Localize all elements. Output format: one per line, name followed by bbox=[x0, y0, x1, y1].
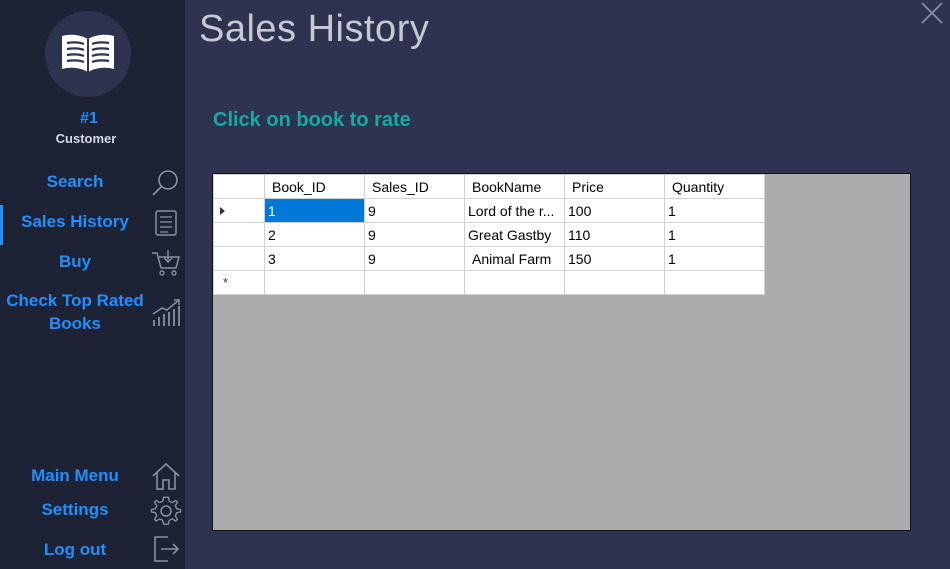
receipt-icon bbox=[155, 210, 177, 236]
header-row: Book_ID Sales_ID BookName Price Quantity bbox=[213, 174, 765, 199]
table-row[interactable]: 3 9 Animal Farm 150 1 bbox=[213, 246, 765, 271]
col-header[interactable]: Book_ID bbox=[264, 174, 365, 199]
table-cell[interactable]: 150 bbox=[564, 246, 665, 271]
nav-top-rated-line1: Check Top Rated bbox=[6, 291, 144, 310]
sales-grid[interactable]: Book_ID Sales_ID BookName Price Quantity… bbox=[212, 173, 911, 531]
logo bbox=[45, 11, 131, 97]
table-cell[interactable]: 110 bbox=[564, 222, 665, 247]
table-cell[interactable]: 100 bbox=[564, 198, 665, 223]
rate-instruction: Click on book to rate bbox=[213, 109, 411, 131]
table-cell-empty[interactable] bbox=[564, 270, 665, 295]
page-title: Sales History bbox=[199, 8, 430, 50]
nav-sales-history-label: Sales History bbox=[21, 212, 129, 231]
nav-buy-label: Buy bbox=[58, 252, 92, 271]
table-cell[interactable]: 1 bbox=[664, 222, 765, 247]
user-role: Customer bbox=[55, 131, 117, 146]
col-header[interactable]: Quantity bbox=[664, 174, 765, 199]
open-book-icon bbox=[62, 34, 114, 72]
table-cell-empty[interactable] bbox=[464, 270, 565, 295]
table-cell-empty[interactable] bbox=[664, 270, 765, 295]
nav-main-menu-label: Main Menu bbox=[31, 466, 119, 485]
table-cell[interactable]: 1 bbox=[664, 246, 765, 271]
table-row[interactable]: 2 9 Great Gastby 110 1 bbox=[213, 222, 765, 247]
table-row[interactable]: 1 9 Lord of the r... 100 1 bbox=[213, 198, 765, 223]
home-icon bbox=[152, 462, 180, 490]
new-row[interactable]: * bbox=[213, 270, 765, 295]
nav-search-label: Search bbox=[46, 172, 104, 191]
table-cell[interactable]: 1 bbox=[264, 198, 365, 223]
row-header[interactable] bbox=[213, 246, 265, 271]
chart-growth-icon bbox=[152, 299, 180, 326]
gear-icon bbox=[150, 496, 182, 525]
table-cell[interactable]: Lord of the r... bbox=[464, 198, 565, 223]
table-cell[interactable]: Great Gastby bbox=[464, 222, 565, 247]
user-rank: #1 bbox=[80, 110, 98, 127]
table-cell[interactable]: 9 bbox=[364, 246, 465, 271]
row-header-corner bbox=[213, 174, 265, 199]
table-cell-empty[interactable] bbox=[264, 270, 365, 295]
row-header-current[interactable] bbox=[213, 198, 265, 223]
table-cell[interactable]: 1 bbox=[664, 198, 765, 223]
logout-icon bbox=[154, 536, 180, 562]
table-cell[interactable]: 9 bbox=[364, 198, 465, 223]
current-row-arrow-icon bbox=[220, 207, 225, 215]
table-cell-empty[interactable] bbox=[364, 270, 465, 295]
new-row-marker: * bbox=[223, 275, 229, 290]
table-cell[interactable]: Animal Farm bbox=[464, 246, 565, 271]
table-cell[interactable]: 9 bbox=[364, 222, 465, 247]
table-cell[interactable]: 3 bbox=[264, 246, 365, 271]
row-header-new[interactable]: * bbox=[213, 270, 265, 295]
nav-top-rated-line2: Books bbox=[49, 314, 101, 333]
cart-icon bbox=[152, 250, 180, 276]
col-header[interactable]: BookName bbox=[464, 174, 565, 199]
col-header[interactable]: Sales_ID bbox=[364, 174, 465, 199]
row-header[interactable] bbox=[213, 222, 265, 247]
sales-table: Book_ID Sales_ID BookName Price Quantity… bbox=[213, 174, 765, 295]
search-icon bbox=[152, 170, 178, 196]
col-header[interactable]: Price bbox=[564, 174, 665, 199]
sidebar: #1 Customer Search Sales History Buy Che… bbox=[0, 0, 185, 569]
close-icon[interactable] bbox=[918, 0, 946, 28]
nav-logout-label: Log out bbox=[43, 540, 107, 559]
table-cell[interactable]: 2 bbox=[264, 222, 365, 247]
nav-settings-label: Settings bbox=[41, 500, 109, 519]
